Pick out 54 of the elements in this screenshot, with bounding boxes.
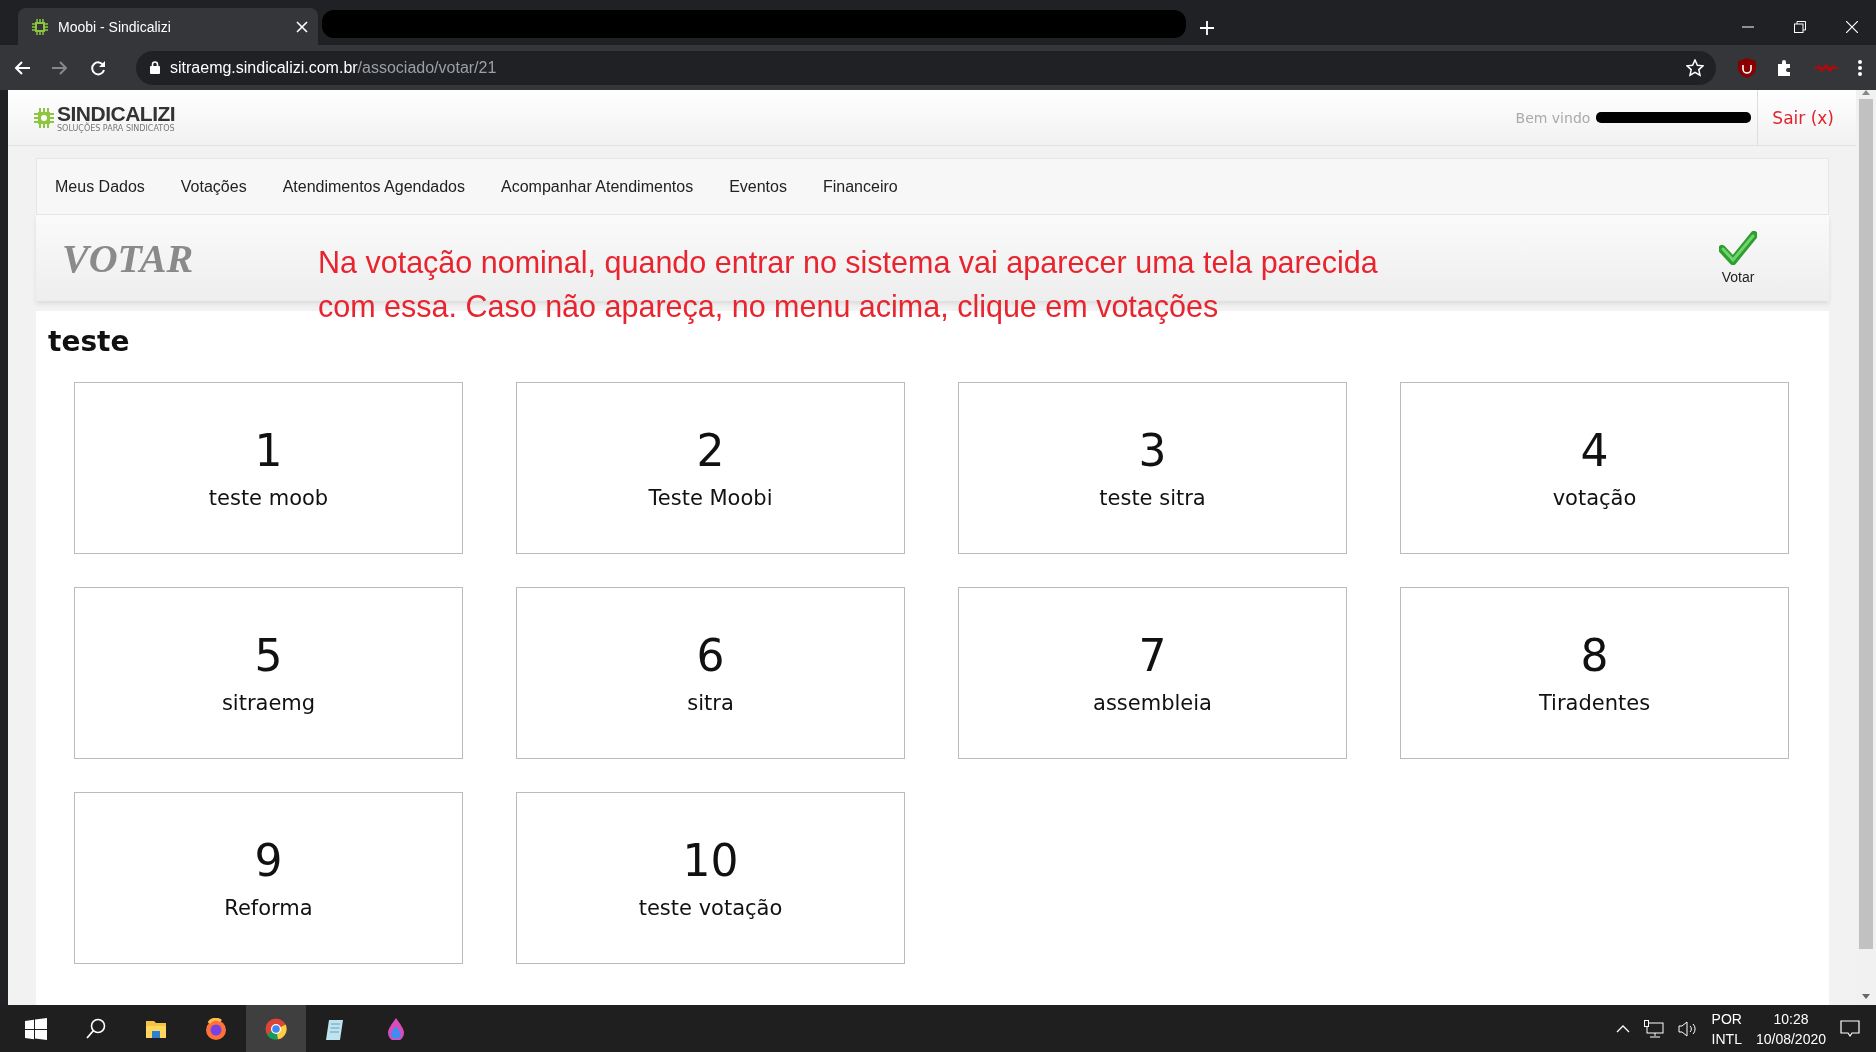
logo-text: SINDICALIZI [57, 102, 176, 124]
option-card[interactable]: 9 Reforma [74, 792, 463, 964]
restore-icon[interactable] [1794, 21, 1806, 33]
chevron-up-icon[interactable] [1615, 1024, 1630, 1033]
shield-icon[interactable] [1738, 57, 1756, 78]
chip-icon [32, 18, 48, 35]
back-icon[interactable] [14, 60, 30, 75]
close-icon[interactable] [1846, 21, 1858, 33]
section-title: teste [48, 325, 131, 358]
vote-button[interactable]: Votar [1719, 231, 1757, 285]
network-icon[interactable] [1643, 1019, 1664, 1038]
star-icon[interactable] [1686, 58, 1704, 77]
option-card[interactable]: 6 sitra [516, 587, 905, 759]
chip-icon [34, 107, 54, 128]
droplet-icon [385, 1017, 407, 1040]
close-icon[interactable] [296, 20, 308, 33]
chrome-icon [265, 1017, 287, 1040]
scroll-down-icon[interactable] [1862, 994, 1870, 999]
nav-link[interactable]: Atendimentos Agendados [264, 177, 483, 196]
page-title: VOTAR [62, 234, 194, 282]
lock-icon [150, 61, 160, 74]
forward-icon[interactable] [52, 60, 68, 75]
url-text: sitraemg.sindicalizi.com.br/associado/votar/21 [170, 58, 497, 77]
option-card[interactable]: 1 teste moob [74, 382, 463, 554]
reload-icon[interactable] [90, 59, 106, 76]
option-card[interactable]: 7 assembleia [958, 587, 1347, 759]
clock[interactable]: 10:28 10/08/2020 [1755, 1008, 1826, 1049]
option-card[interactable]: 10 teste votação [516, 792, 905, 964]
annotation-text: Na votação nominal, quando entrar no sistema vai aparecer uma tela parecida com essa. Caso não apareça, no menu acima, clique em votações [318, 244, 1379, 326]
option-card[interactable]: 2 Teste Moobi [516, 382, 905, 554]
browser-tab[interactable]: Moobi - Sindicalizi [18, 8, 318, 45]
notification-icon[interactable] [1840, 1019, 1860, 1038]
logo-tagline: SOLUÇÕES PARA SINDICATOS [57, 123, 176, 133]
nav-link[interactable]: Meus Dados [55, 177, 163, 196]
check-icon [1719, 231, 1757, 265]
nav-link[interactable]: Acompanhar Atendimentos [483, 177, 712, 196]
nav-link[interactable]: Votações [162, 177, 265, 196]
speaker-icon[interactable] [1677, 1020, 1698, 1037]
option-card[interactable]: 3 teste sitra [958, 382, 1347, 554]
nav-link[interactable]: Eventos [711, 177, 805, 196]
tab-title: Moobi - Sindicalizi [58, 18, 172, 35]
option-card[interactable]: 5 sitraemg [74, 587, 463, 759]
welcome-text: Bem vindo [1515, 109, 1591, 126]
taskbar-button[interactable] [246, 1005, 306, 1052]
language-indicator[interactable]: POR INTL [1711, 1008, 1742, 1049]
option-card[interactable]: 4 votação [1400, 382, 1789, 554]
plus-icon[interactable] [1200, 21, 1214, 35]
address-bar[interactable]: sitraemg.sindicalizi.com.br/associado/votar/21 [136, 50, 1716, 85]
more-icon[interactable] [1858, 59, 1862, 76]
nav-link[interactable]: Financeiro [804, 177, 916, 196]
option-card[interactable]: 8 Tiradentes [1400, 587, 1789, 759]
firefox-icon [205, 1017, 227, 1040]
search-icon [85, 1017, 107, 1040]
windows-icon [25, 1017, 47, 1040]
